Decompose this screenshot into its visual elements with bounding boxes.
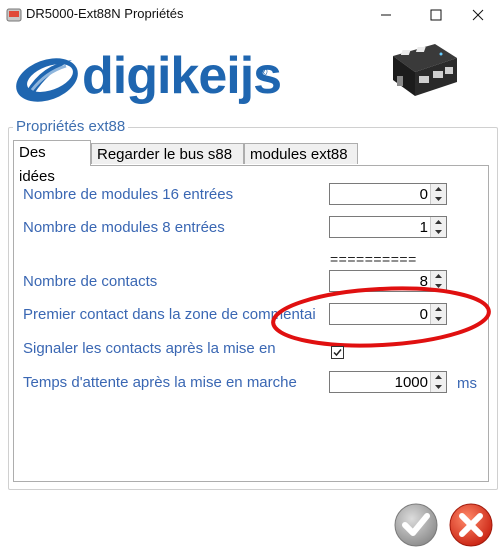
unit-label-ms: ms [457, 375, 477, 392]
minimize-icon [381, 14, 391, 16]
tab-regarder-bus-s88[interactable]: Regarder le bus s88 [91, 143, 244, 164]
modules-16-stepper[interactable]: 0 [329, 183, 447, 205]
stepper-down-icon[interactable] [431, 227, 446, 237]
group-title: Propriétés ext88 [13, 118, 129, 135]
tab-modules-ext88[interactable]: modules ext88 [244, 143, 358, 164]
maximize-button[interactable] [413, 0, 459, 30]
label-temps-attente: Temps d'attente après la mise en marche [23, 374, 297, 391]
close-icon [472, 9, 484, 21]
stepper-down-icon[interactable] [431, 382, 446, 392]
label-modules-8: Nombre de modules 8 entrées [23, 219, 225, 236]
label-signaler-contacts: Signaler les contacts après la mise en [23, 340, 276, 357]
ok-button[interactable] [393, 502, 439, 548]
app-icon [6, 8, 22, 22]
window-title: DR5000-Ext88N Propriétés [26, 6, 184, 21]
stepper-down-icon[interactable] [431, 194, 446, 204]
highlight-ellipse [271, 286, 491, 348]
minimize-button[interactable] [363, 0, 409, 30]
maximize-icon [430, 9, 442, 21]
temps-attente-stepper[interactable]: 1000 [329, 371, 447, 393]
modules-8-value: 1 [419, 219, 428, 236]
modules-8-stepper[interactable]: 1 [329, 216, 447, 238]
checkmark-icon [333, 349, 342, 357]
signaler-contacts-checkbox[interactable] [331, 346, 344, 359]
logo-wordmark: digikeijs [82, 47, 282, 105]
modules-16-value: 0 [419, 186, 428, 203]
label-contacts: Nombre de contacts [23, 273, 158, 290]
separator-line: ========== [330, 251, 417, 267]
logo-swoosh-icon [16, 58, 78, 102]
temps-attente-value: 1000 [394, 374, 428, 391]
device-image [393, 44, 457, 96]
tab-des-idees[interactable]: Des idées [13, 140, 91, 185]
close-button[interactable] [455, 0, 501, 30]
cancel-button[interactable] [448, 502, 494, 548]
logo-registered-mark: ® [258, 64, 268, 79]
